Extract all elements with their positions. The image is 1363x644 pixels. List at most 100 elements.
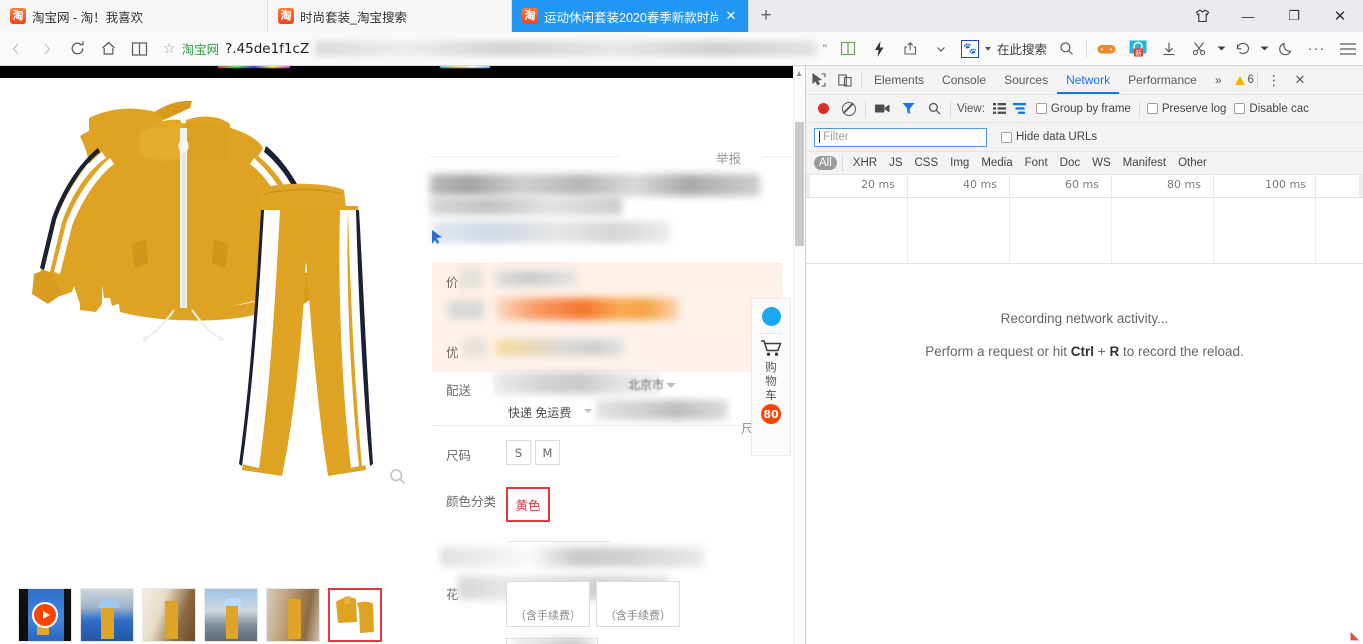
resource-filter-manifest[interactable]: Manifest (1118, 156, 1171, 170)
record-icon[interactable] (810, 95, 836, 123)
resource-filter-other[interactable]: Other (1173, 156, 1212, 170)
chevron-down-icon[interactable] (1215, 32, 1227, 66)
chevron-down-icon[interactable] (1258, 32, 1270, 66)
reader-book-icon[interactable] (833, 32, 864, 66)
minimize-button[interactable]: — (1225, 0, 1271, 32)
color-option-yellow[interactable]: 黄色 (506, 487, 550, 522)
browser-tab-2[interactable]: 淘 时尚套装_淘宝搜索 (268, 0, 512, 32)
size-option-s[interactable]: S (506, 440, 531, 465)
thumbnail-photo-2[interactable] (142, 588, 196, 642)
page-scrollbar-thumb[interactable] (795, 122, 804, 246)
thumbnail-photo-3[interactable] (204, 588, 258, 642)
hide-data-urls-checkbox[interactable]: Hide data URLs (1001, 131, 1097, 143)
search-icon[interactable] (921, 95, 947, 123)
reload-icon[interactable] (62, 32, 93, 66)
waterfall-view-icon[interactable] (1010, 95, 1030, 123)
close-window-button[interactable]: ✕ (1317, 0, 1363, 32)
cart-icon[interactable] (760, 339, 782, 361)
back-icon[interactable] (0, 32, 31, 66)
maximize-button[interactable]: ❐ (1271, 0, 1317, 32)
thumbnail-video[interactable] (18, 588, 72, 642)
fee-option-2[interactable]: （含手续费） (596, 581, 680, 627)
lightning-icon[interactable] (864, 32, 895, 66)
resource-filter-media[interactable]: Media (976, 156, 1017, 170)
timeline-right-handle[interactable] (1359, 175, 1363, 197)
devtools-tab-console[interactable]: Console (933, 67, 995, 94)
network-overview-timeline[interactable] (806, 198, 1363, 264)
thumbnail-product-selected[interactable] (328, 588, 382, 642)
scissors-icon[interactable] (1184, 32, 1215, 66)
resource-filter-all[interactable]: All (814, 156, 837, 170)
menu-icon[interactable] (1332, 32, 1363, 66)
browser-tab-3-active[interactable]: 淘 运动休闲套装2020春季新款时尚洋气 ✕ (512, 0, 749, 32)
product-main-image[interactable] (14, 98, 414, 498)
home-icon[interactable] (93, 32, 124, 66)
inspect-icon[interactable] (806, 66, 832, 94)
devtools-tab-network[interactable]: Network (1057, 67, 1120, 94)
undo-icon[interactable] (1227, 32, 1258, 66)
chevron-down-icon[interactable] (666, 383, 676, 388)
preserve-log-checkbox[interactable]: Preserve log (1146, 103, 1226, 115)
more-icon[interactable]: ··· (1301, 32, 1332, 66)
filter-icon[interactable] (895, 95, 921, 123)
reader-mode-icon[interactable] (124, 32, 155, 66)
moon-icon[interactable] (1270, 32, 1301, 66)
play-icon[interactable] (32, 602, 58, 628)
chevron-down-icon[interactable] (984, 46, 991, 51)
checkbox-box[interactable] (1146, 103, 1158, 114)
devtools-more-tabs-icon[interactable]: » (1206, 67, 1231, 94)
filter-input[interactable]: Filter (814, 127, 987, 147)
delivery-method-caret[interactable] (584, 409, 592, 413)
resource-filter-css[interactable]: CSS (909, 156, 943, 170)
zoom-icon[interactable] (389, 468, 406, 490)
floating-cart-widget[interactable]: 购 物 车 80 (751, 298, 791, 456)
app-icon[interactable]: 新 (1122, 32, 1153, 66)
checkbox-box[interactable] (1001, 131, 1012, 143)
devtools-close-button[interactable]: ✕ (1287, 66, 1313, 94)
devtools-tab-elements[interactable]: Elements (865, 67, 933, 94)
devtools-kebab-menu[interactable]: ⋮ (1261, 66, 1287, 94)
browser-tab-1[interactable]: 淘 淘宝网 - 淘！我喜欢 (0, 0, 268, 32)
devtools-tab-performance[interactable]: Performance (1119, 67, 1206, 94)
checkbox-box[interactable] (1035, 103, 1047, 114)
timeline-left-handle[interactable] (806, 175, 810, 197)
bookmark-star-icon[interactable]: ☆ (163, 40, 176, 57)
thumbnail-photo-4[interactable] (266, 588, 320, 642)
size-option-m[interactable]: M (535, 440, 560, 465)
thumbnail-photo-1[interactable] (80, 588, 134, 642)
clear-icon[interactable] (836, 95, 862, 123)
report-link[interactable]: 举报 (716, 148, 741, 167)
camera-icon[interactable] (869, 95, 895, 123)
group-by-frame-checkbox[interactable]: Group by frame (1035, 103, 1131, 115)
page-scrollbar[interactable]: ▲ (793, 66, 805, 644)
resource-filter-font[interactable]: Font (1020, 156, 1053, 170)
disable-cache-checkbox[interactable]: Disable cac (1234, 103, 1309, 115)
search-box[interactable]: 🐾 在此搜索 (957, 39, 1051, 58)
download-icon[interactable] (1153, 32, 1184, 66)
fee-option-1[interactable]: （含手续费） (506, 581, 590, 627)
device-toolbar-icon[interactable] (832, 66, 858, 94)
search-input[interactable]: 在此搜索 (997, 39, 1047, 58)
warning-badge[interactable]: 6 (1234, 74, 1254, 86)
shirt-icon[interactable] (1179, 0, 1225, 32)
address-bar[interactable]: ☆ 淘宝网 ?.45de1f1cZ " (155, 32, 833, 66)
baidu-icon[interactable]: 🐾 (960, 39, 979, 58)
resource-filter-doc[interactable]: Doc (1055, 156, 1085, 170)
checkbox-box[interactable] (1234, 103, 1246, 114)
resource-filter-js[interactable]: JS (884, 156, 907, 170)
new-tab-button[interactable]: + (749, 0, 783, 32)
search-icon[interactable] (1051, 32, 1082, 66)
game-icon[interactable] (1091, 32, 1122, 66)
list-view-icon[interactable] (990, 95, 1010, 123)
devtools-tab-sources[interactable]: Sources (995, 67, 1057, 94)
qq-icon[interactable] (761, 307, 781, 326)
resource-filter-img[interactable]: Img (945, 156, 974, 170)
resource-filter-xhr[interactable]: XHR (848, 156, 882, 170)
network-timeline-ruler[interactable]: 20 ms 40 ms 60 ms 80 ms 100 ms (806, 175, 1363, 198)
forward-icon[interactable] (31, 32, 62, 66)
close-icon[interactable]: ✕ (724, 8, 738, 24)
scroll-up-icon[interactable]: ▲ (795, 69, 803, 78)
resource-filter-ws[interactable]: WS (1087, 156, 1116, 170)
chevron-down-icon[interactable] (926, 32, 957, 66)
share-icon[interactable] (895, 32, 926, 66)
